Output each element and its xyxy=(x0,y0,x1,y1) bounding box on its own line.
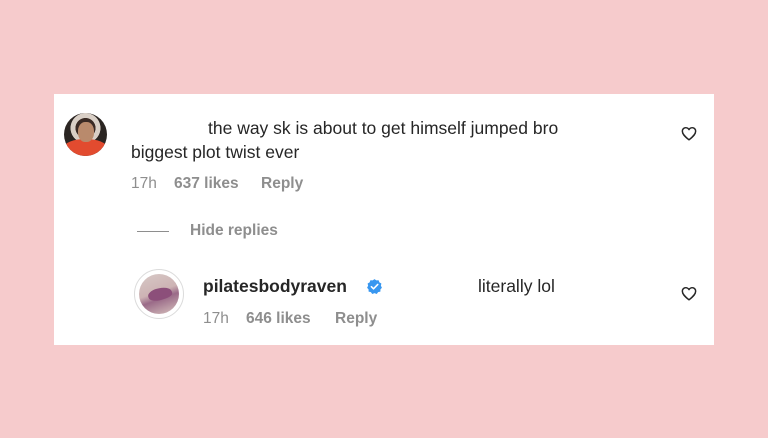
verified-badge-icon xyxy=(367,279,382,294)
comment-text-line-2: biggest plot twist ever xyxy=(131,142,300,162)
comment-reply-button[interactable]: Reply xyxy=(261,174,303,194)
reply-text: literally lol xyxy=(478,276,555,296)
reply-timestamp: 17h xyxy=(203,310,229,327)
reply-likes-link[interactable]: 646 likes xyxy=(246,309,311,329)
replies-divider xyxy=(137,231,169,232)
hide-replies-button[interactable]: Hide replies xyxy=(190,221,278,241)
comment-timestamp: 17h xyxy=(131,175,157,192)
avatar-figure xyxy=(146,284,174,304)
comment-card: the way sk is about to get himself jumpe… xyxy=(54,94,714,345)
reply-username[interactable]: pilatesbodyraven xyxy=(203,275,347,297)
commenter-avatar[interactable] xyxy=(64,113,107,156)
reply-reply-button[interactable]: Reply xyxy=(335,309,377,329)
heart-icon[interactable] xyxy=(681,286,697,301)
comment-likes-link[interactable]: 637 likes xyxy=(174,174,239,194)
reply-avatar[interactable] xyxy=(139,274,179,314)
heart-icon[interactable] xyxy=(681,126,697,141)
avatar-face xyxy=(78,122,94,142)
comment-text-line-1: the way sk is about to get himself jumpe… xyxy=(208,118,559,138)
